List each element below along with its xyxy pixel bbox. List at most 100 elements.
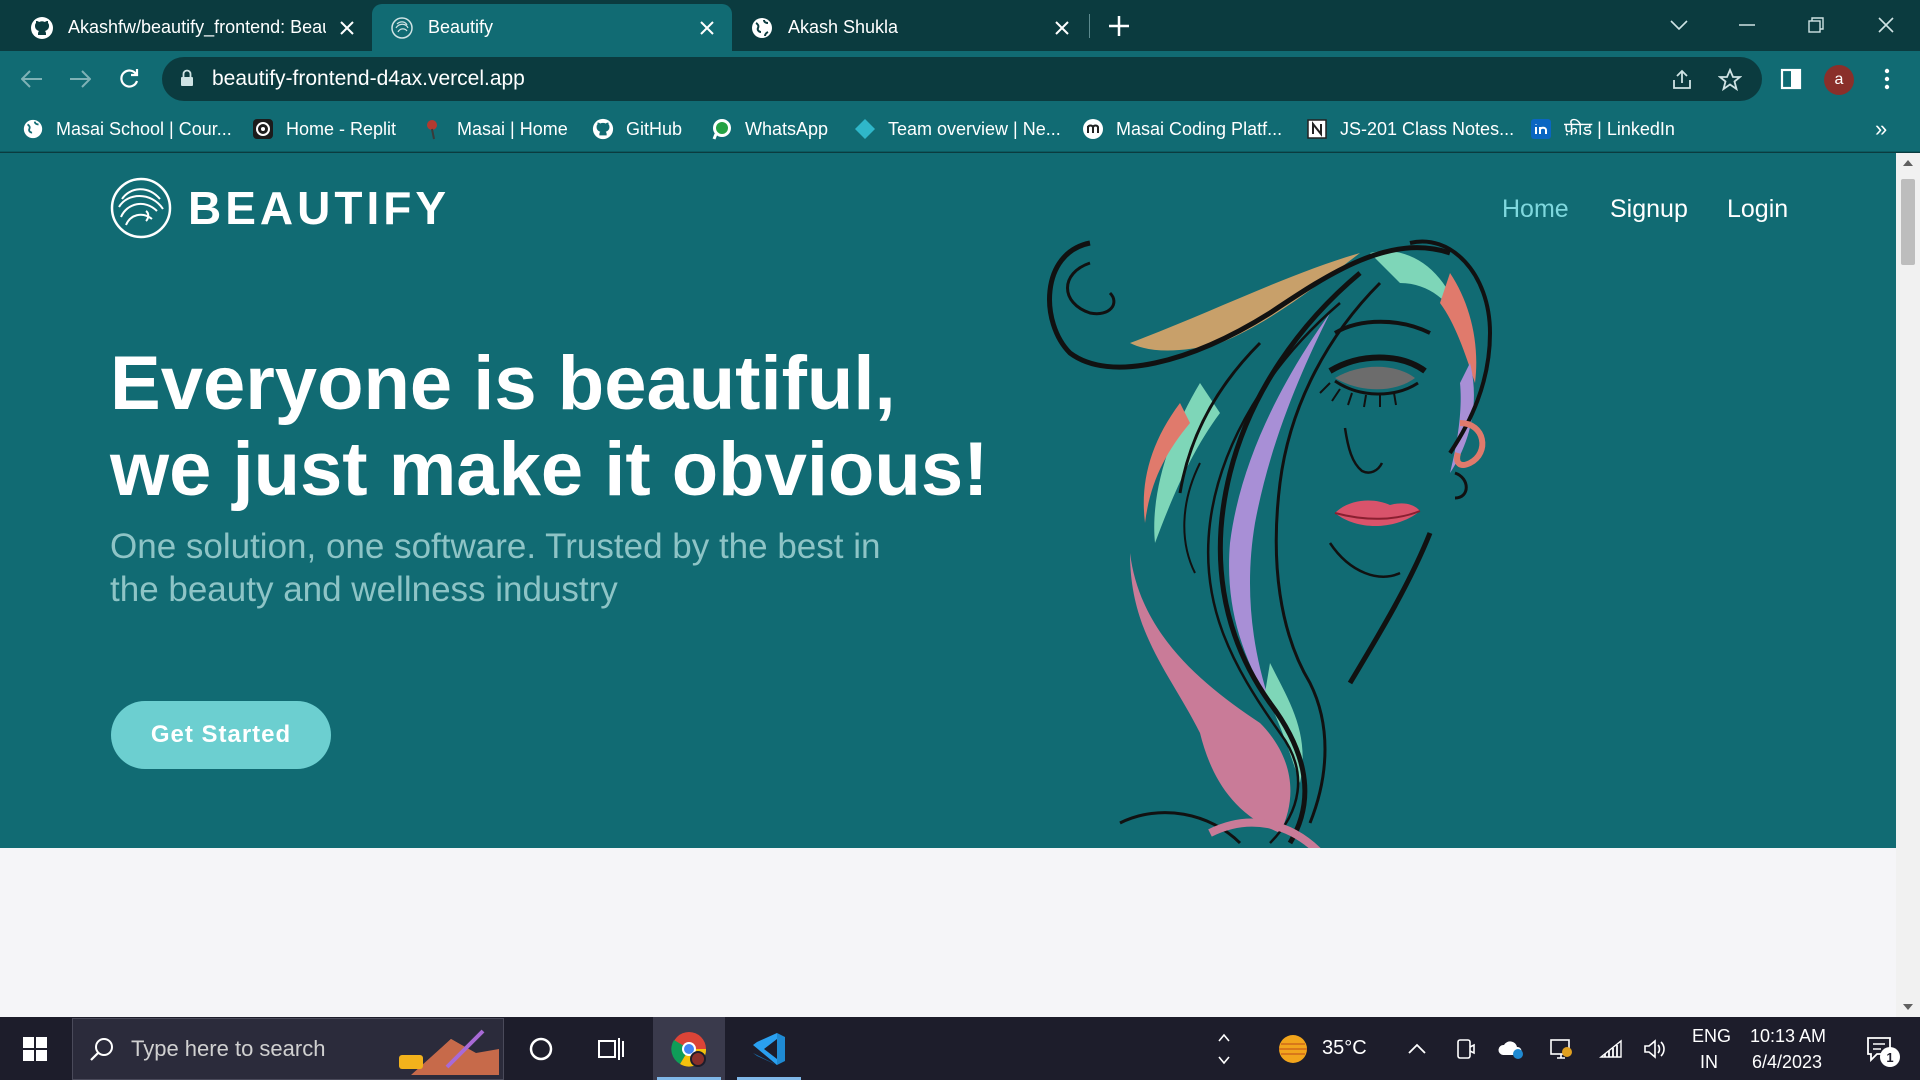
clock-time[interactable]: 10:13 AM: [1750, 1026, 1826, 1047]
share-icon[interactable]: [1670, 68, 1694, 92]
wifi-icon[interactable]: [1598, 1037, 1624, 1061]
github-icon: [592, 118, 614, 140]
hero-section: BEAUTIFY Home Signup Login Everyone is b…: [0, 153, 1896, 848]
close-tab-icon[interactable]: [1051, 17, 1073, 39]
bookmarks-overflow-chevron[interactable]: »: [1875, 116, 1887, 142]
scroll-down-icon[interactable]: [1902, 1001, 1914, 1013]
lock-icon[interactable]: [180, 69, 194, 87]
woman-face-illustration: [1047, 239, 1493, 848]
taskbar-search-box[interactable]: Type here to search: [72, 1018, 504, 1080]
get-started-button[interactable]: Get Started: [111, 701, 331, 769]
scroll-thumb[interactable]: [1901, 179, 1915, 265]
back-arrow-icon[interactable]: [16, 63, 48, 95]
bookmarks-bar: Masai School | Cour... Home - Replit Mas…: [0, 106, 1920, 152]
globe-icon: [22, 118, 44, 140]
close-window-icon[interactable]: [1871, 10, 1901, 40]
weather-sun-icon[interactable]: [1268, 1017, 1318, 1080]
hero-subheadline: One solution, one software. Trusted by t…: [110, 527, 881, 609]
forward-arrow-icon[interactable]: [64, 63, 96, 95]
brand-name: BEAUTIFY: [188, 182, 450, 234]
input-region[interactable]: IN: [1700, 1052, 1718, 1073]
restore-icon[interactable]: [1801, 10, 1831, 40]
bookmark-masai-home[interactable]: Masai | Home: [423, 106, 568, 152]
tab-search-chevron-icon[interactable]: [1664, 10, 1694, 40]
bookmark-label: Masai School | Cour...: [56, 118, 232, 139]
meet-now-icon[interactable]: [1452, 1037, 1478, 1061]
search-highlight-illustration: [399, 1029, 499, 1075]
headline-line-1: Everyone is beautiful,: [110, 341, 896, 426]
masai-icon: [423, 118, 445, 140]
windows-start-button[interactable]: [0, 1017, 70, 1080]
windows-logo-icon: [23, 1036, 47, 1061]
reload-icon[interactable]: [113, 63, 145, 95]
vscode-taskbar-icon[interactable]: [733, 1017, 805, 1080]
more-vert-icon[interactable]: [1875, 67, 1899, 91]
notifications-icon[interactable]: 1: [1860, 1029, 1900, 1069]
scroll-up-icon[interactable]: [1902, 157, 1914, 169]
task-view-icon[interactable]: [575, 1017, 647, 1080]
bookmark-star-icon[interactable]: [1718, 68, 1742, 92]
tab-beautify[interactable]: Beautify: [372, 4, 732, 51]
side-panel-icon[interactable]: [1779, 67, 1803, 91]
onedrive-cloud-icon[interactable]: [1498, 1037, 1524, 1061]
whatsapp-icon: [711, 118, 733, 140]
volume-icon[interactable]: [1642, 1037, 1668, 1061]
github-icon: [31, 16, 53, 39]
tab-title: Beautify: [428, 17, 494, 37]
bookmark-label: फ़ीड | LinkedIn: [1564, 119, 1675, 139]
profile-avatar[interactable]: a: [1824, 65, 1854, 95]
cortana-circle-icon[interactable]: [505, 1017, 577, 1080]
beautify-logo-icon: [391, 16, 413, 39]
page-scrollbar[interactable]: [1896, 153, 1920, 1017]
bookmark-label: GitHub: [626, 118, 683, 139]
nav-signup-link[interactable]: Signup: [1610, 195, 1688, 224]
bookmark-whatsapp[interactable]: WhatsApp: [711, 106, 828, 152]
web-page: BEAUTIFY Home Signup Login Everyone is b…: [0, 153, 1896, 1017]
bookmark-masai-school[interactable]: Masai School | Cour...: [22, 106, 232, 152]
tab-github-repo[interactable]: Akashfw/beautify_frontend: Beau: [12, 4, 372, 51]
new-tab-plus-icon[interactable]: [1105, 12, 1133, 40]
linkedin-icon: [1530, 118, 1552, 140]
headline-line-2: we just make it obvious!: [110, 427, 989, 512]
taskbar-scroll-arrows[interactable]: [1212, 1017, 1236, 1080]
bookmark-label: Home - Replit: [286, 118, 397, 139]
weather-temperature[interactable]: 35°C: [1322, 1037, 1367, 1060]
tray-chevron-up-icon[interactable]: [1404, 1037, 1430, 1061]
hero-headline: Everyone is beautiful, we just make it o…: [110, 341, 1010, 513]
minimize-icon[interactable]: [1732, 10, 1762, 40]
clock-date[interactable]: 6/4/2023: [1752, 1052, 1822, 1073]
bookmark-label: WhatsApp: [745, 118, 829, 139]
address-bar[interactable]: beautify-frontend-d4ax.vercel.app: [162, 57, 1762, 101]
tab-title: Akashfw/beautify_frontend: Beau: [68, 17, 326, 37]
chrome-taskbar-icon[interactable]: [653, 1017, 725, 1080]
input-language[interactable]: ENG: [1692, 1026, 1731, 1047]
device-sync-icon[interactable]: [1548, 1037, 1574, 1061]
tab-separator: [1089, 14, 1090, 38]
url-text[interactable]: beautify-frontend-d4ax.vercel.app: [212, 57, 525, 101]
diamond-icon: [854, 118, 876, 140]
bookmark-github[interactable]: GitHub: [592, 106, 682, 152]
brand-logo[interactable]: BEAUTIFY: [110, 177, 450, 239]
windows-taskbar: Type here to search 35°C ENG IN 10:13 AM…: [0, 1017, 1920, 1080]
globe-icon: [752, 17, 772, 38]
bookmark-label: Team overview | Ne...: [888, 118, 1061, 139]
bookmark-masai-coding[interactable]: Masai Coding Platf...: [1082, 106, 1282, 152]
masai-m-icon: [1082, 118, 1104, 140]
notion-icon: [1306, 118, 1328, 140]
search-icon: [90, 1038, 113, 1061]
bookmark-replit[interactable]: Home - Replit: [252, 106, 396, 152]
close-tab-icon[interactable]: [336, 17, 358, 39]
nav-login-link[interactable]: Login: [1727, 195, 1788, 224]
browser-toolbar: beautify-frontend-d4ax.vercel.app a: [0, 51, 1920, 106]
replit-icon: [252, 118, 274, 140]
bookmark-js201-notes[interactable]: JS-201 Class Notes...: [1306, 106, 1514, 152]
tab-title: Akash Shukla: [788, 17, 899, 37]
bookmark-label: Masai Coding Platf...: [1116, 118, 1283, 139]
search-placeholder: Type here to search: [131, 1036, 326, 1061]
bookmark-linkedin[interactable]: फ़ीड | LinkedIn: [1530, 106, 1675, 152]
close-tab-icon[interactable]: [696, 17, 718, 39]
bookmark-team-overview[interactable]: Team overview | Ne...: [854, 106, 1061, 152]
tab-strip: Akashfw/beautify_frontend: Beau Beautify…: [0, 0, 1920, 51]
tab-akash-shukla[interactable]: Akash Shukla: [732, 4, 1087, 51]
bookmark-label: Masai | Home: [457, 118, 568, 139]
